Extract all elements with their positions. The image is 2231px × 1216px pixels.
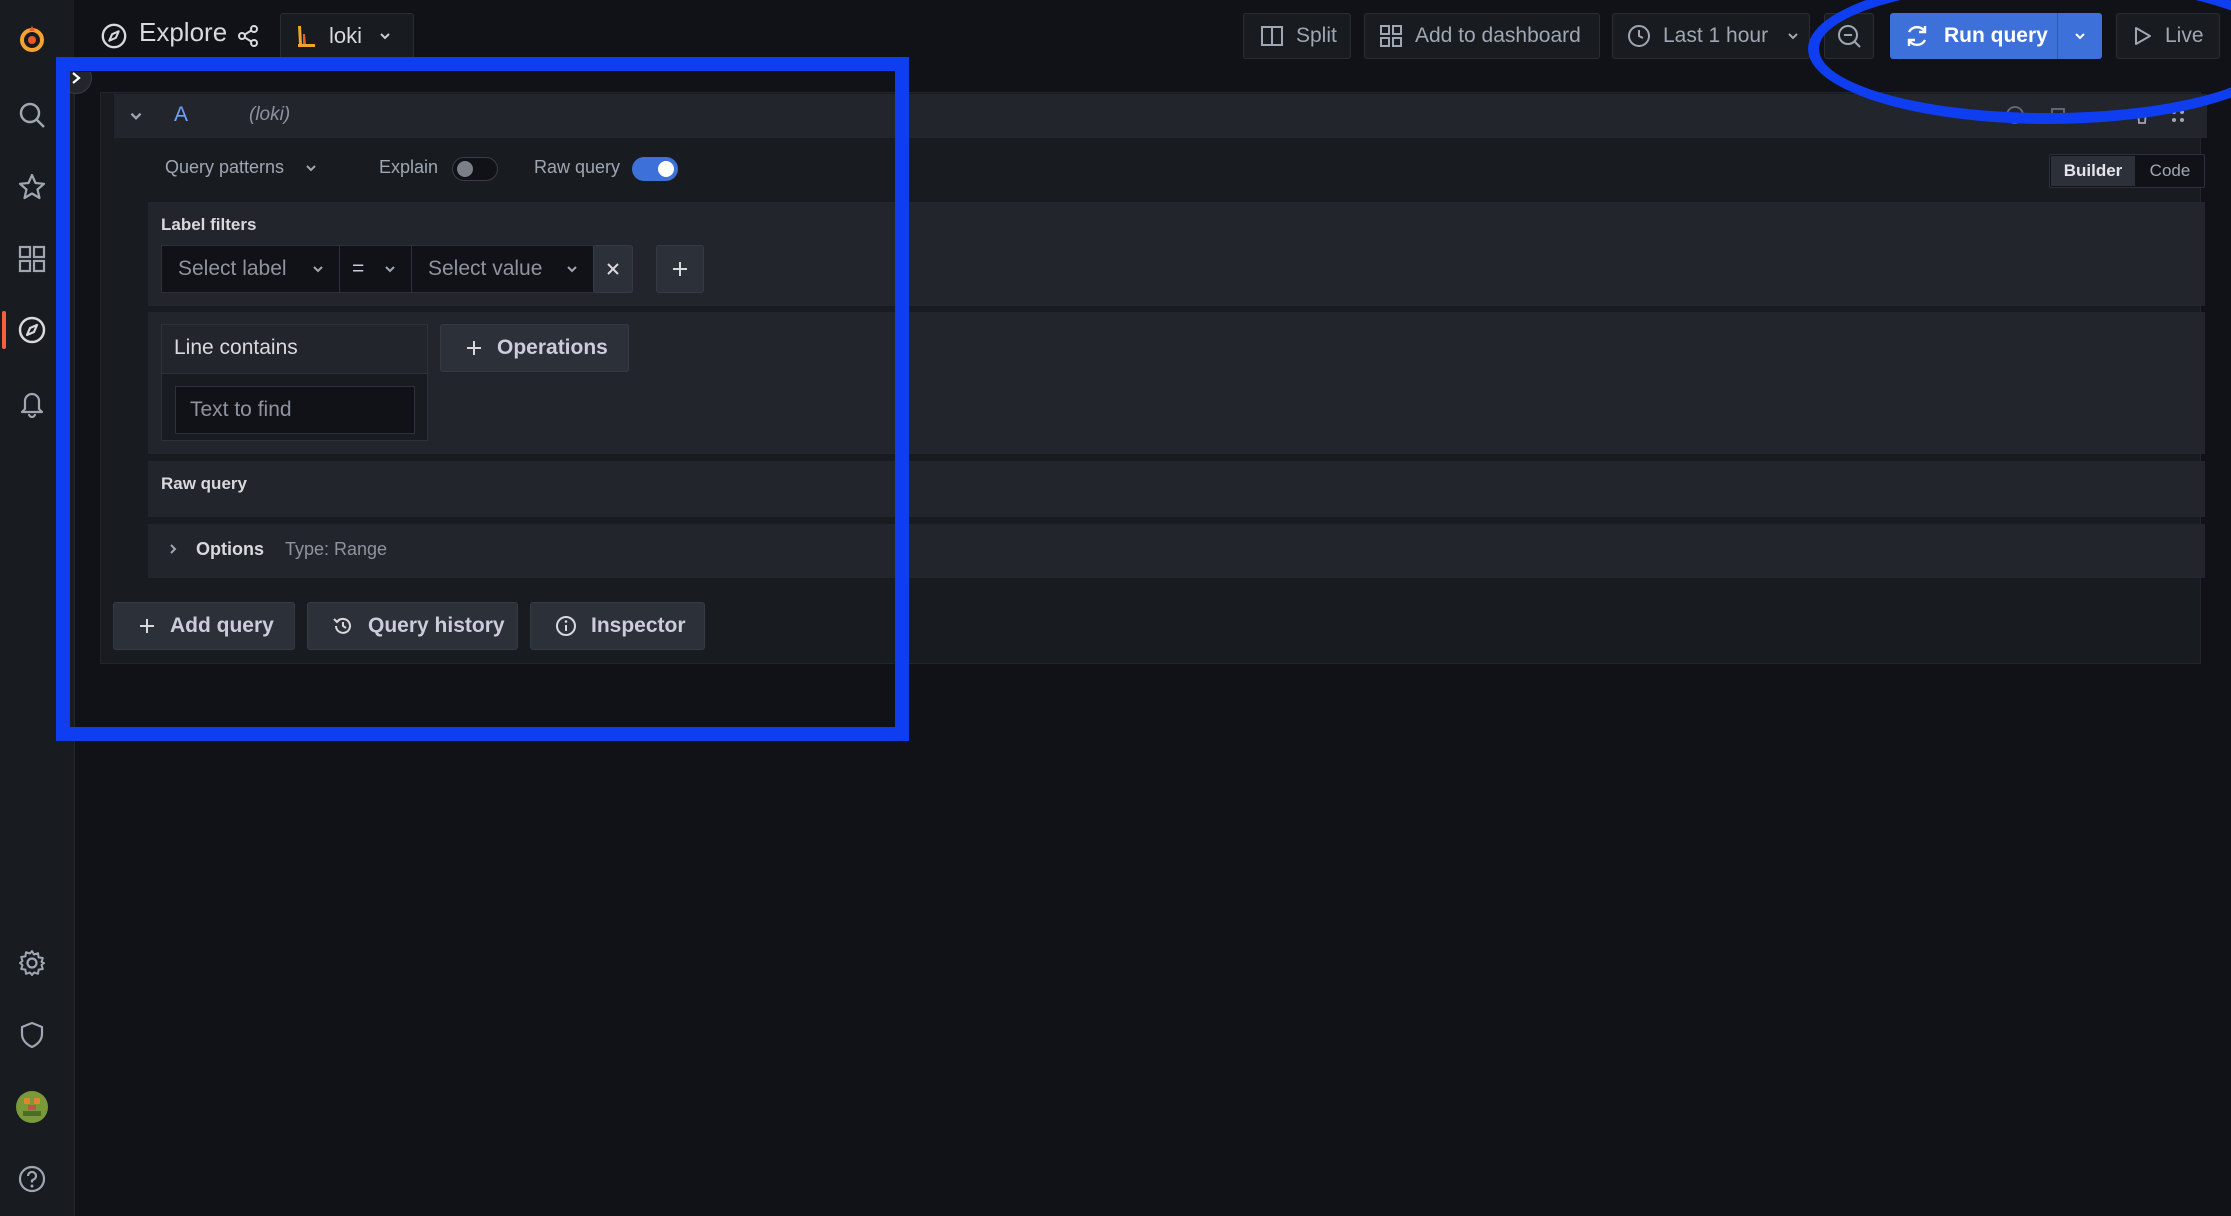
raw-query-toggle[interactable] (632, 157, 678, 181)
query-inspector-row-icon[interactable] (2005, 105, 2025, 125)
clock-icon (1627, 24, 1651, 48)
add-label-filter-button[interactable] (656, 245, 704, 293)
query-ref-id[interactable]: A (174, 103, 188, 127)
select-value-placeholder: Select value (428, 257, 543, 280)
chevron-down-icon (304, 161, 318, 175)
grafana-logo-icon[interactable] (15, 22, 49, 56)
split-label: Split (1296, 24, 1337, 47)
query-options-section[interactable] (148, 524, 2205, 578)
help-icon[interactable] (15, 1162, 49, 1196)
chevron-right-icon (166, 542, 180, 556)
nav-active-indicator (2, 311, 6, 349)
settings-gear-icon[interactable] (15, 946, 49, 980)
duplicate-query-icon[interactable] (2048, 105, 2068, 125)
dashboards-icon (1379, 24, 1403, 48)
raw-query-section (148, 461, 2205, 517)
explain-label: Explain (379, 157, 439, 177)
run-query-label: Run query (1944, 24, 2048, 47)
operator-dropdown[interactable]: = (339, 245, 412, 293)
live-button[interactable]: Live (2116, 13, 2220, 59)
line-contains-label: Line contains (174, 336, 298, 359)
history-icon (332, 615, 354, 637)
query-history-button[interactable]: Query history (307, 602, 518, 650)
live-label: Live (2165, 24, 2204, 47)
chevron-right-icon (72, 72, 81, 84)
plus-icon (138, 617, 156, 635)
query-history-label: Query history (368, 614, 505, 637)
shield-icon[interactable] (15, 1018, 49, 1052)
code-mode-button[interactable]: Code (2136, 155, 2204, 187)
query-patterns-dropdown[interactable]: Query patterns (165, 157, 318, 178)
datasource-name: loki (329, 23, 363, 48)
options-label[interactable]: Options (196, 539, 264, 560)
label-filters-title: Label filters (161, 215, 257, 234)
side-nav (0, 0, 75, 1216)
raw-query-section-title: Raw query (161, 474, 247, 493)
raw-query-toggle-knob (658, 161, 674, 177)
zoom-out-icon (1836, 23, 1862, 49)
zoom-out-button[interactable] (1824, 13, 1874, 59)
select-label-dropdown[interactable]: Select label (161, 245, 340, 293)
explain-toggle-knob (457, 161, 473, 177)
add-to-dashboard-button[interactable]: Add to dashboard (1364, 13, 1600, 59)
drag-handle-icon[interactable] (2169, 107, 2187, 125)
text-to-find-placeholder: Text to find (190, 398, 292, 421)
options-type: Type: Range (285, 539, 388, 559)
chevron-down-icon (311, 262, 325, 276)
text-to-find-input[interactable]: Text to find (175, 386, 415, 434)
page-title: Explore (139, 17, 228, 47)
builder-mode-button[interactable]: Builder (2051, 156, 2135, 186)
close-icon (605, 261, 621, 277)
refresh-icon (1904, 23, 1930, 49)
remove-label-filter-button[interactable] (593, 245, 633, 293)
chevron-down-icon (378, 29, 392, 43)
add-to-dashboard-label: Add to dashboard (1415, 24, 1581, 47)
star-icon[interactable] (15, 170, 49, 204)
run-query-button[interactable]: Run query (1890, 13, 2102, 59)
info-icon (555, 615, 577, 637)
chevron-down-icon (565, 262, 579, 276)
loki-logo-icon (295, 24, 317, 48)
explore-compass-icon (100, 22, 128, 50)
select-label-placeholder: Select label (178, 257, 287, 280)
datasource-picker[interactable]: loki (280, 13, 414, 59)
split-button[interactable]: Split (1243, 13, 1351, 59)
query-patterns-label: Query patterns (165, 157, 285, 177)
delete-query-icon[interactable] (2132, 106, 2152, 126)
user-avatar[interactable] (15, 1090, 49, 1124)
share-icon[interactable] (236, 24, 260, 48)
add-operation-button[interactable]: Operations (440, 324, 629, 372)
select-value-dropdown[interactable]: Select value (411, 245, 594, 293)
editor-mode-switch: Builder Code (2049, 154, 2205, 188)
explore-compass-icon[interactable] (15, 313, 49, 347)
inspector-label: Inspector (591, 614, 686, 637)
add-query-label: Add query (170, 614, 274, 637)
inspector-button[interactable]: Inspector (530, 602, 705, 650)
query-row-header (114, 94, 2207, 138)
run-query-dropdown-chevron-icon[interactable] (2057, 13, 2102, 59)
chevron-down-icon (383, 262, 397, 276)
dashboards-icon[interactable] (15, 242, 49, 276)
time-range-picker[interactable]: Last 1 hour (1612, 13, 1810, 59)
operator-value: = (352, 257, 365, 280)
plus-icon (465, 339, 483, 357)
explain-toggle[interactable] (452, 157, 498, 181)
operations-label: Operations (497, 336, 608, 359)
raw-query-toggle-label: Raw query (534, 157, 621, 177)
query-datasource-hint: (loki) (249, 104, 291, 125)
chevron-down-icon (1786, 29, 1800, 43)
search-icon[interactable] (15, 98, 49, 132)
split-icon (1260, 24, 1284, 48)
alerting-bell-icon[interactable] (15, 386, 49, 420)
plus-icon (671, 260, 689, 278)
collapse-query-chevron-icon[interactable] (128, 108, 144, 124)
add-query-button[interactable]: Add query (113, 602, 295, 650)
time-range-label: Last 1 hour (1663, 24, 1769, 47)
play-icon (2131, 25, 2153, 47)
